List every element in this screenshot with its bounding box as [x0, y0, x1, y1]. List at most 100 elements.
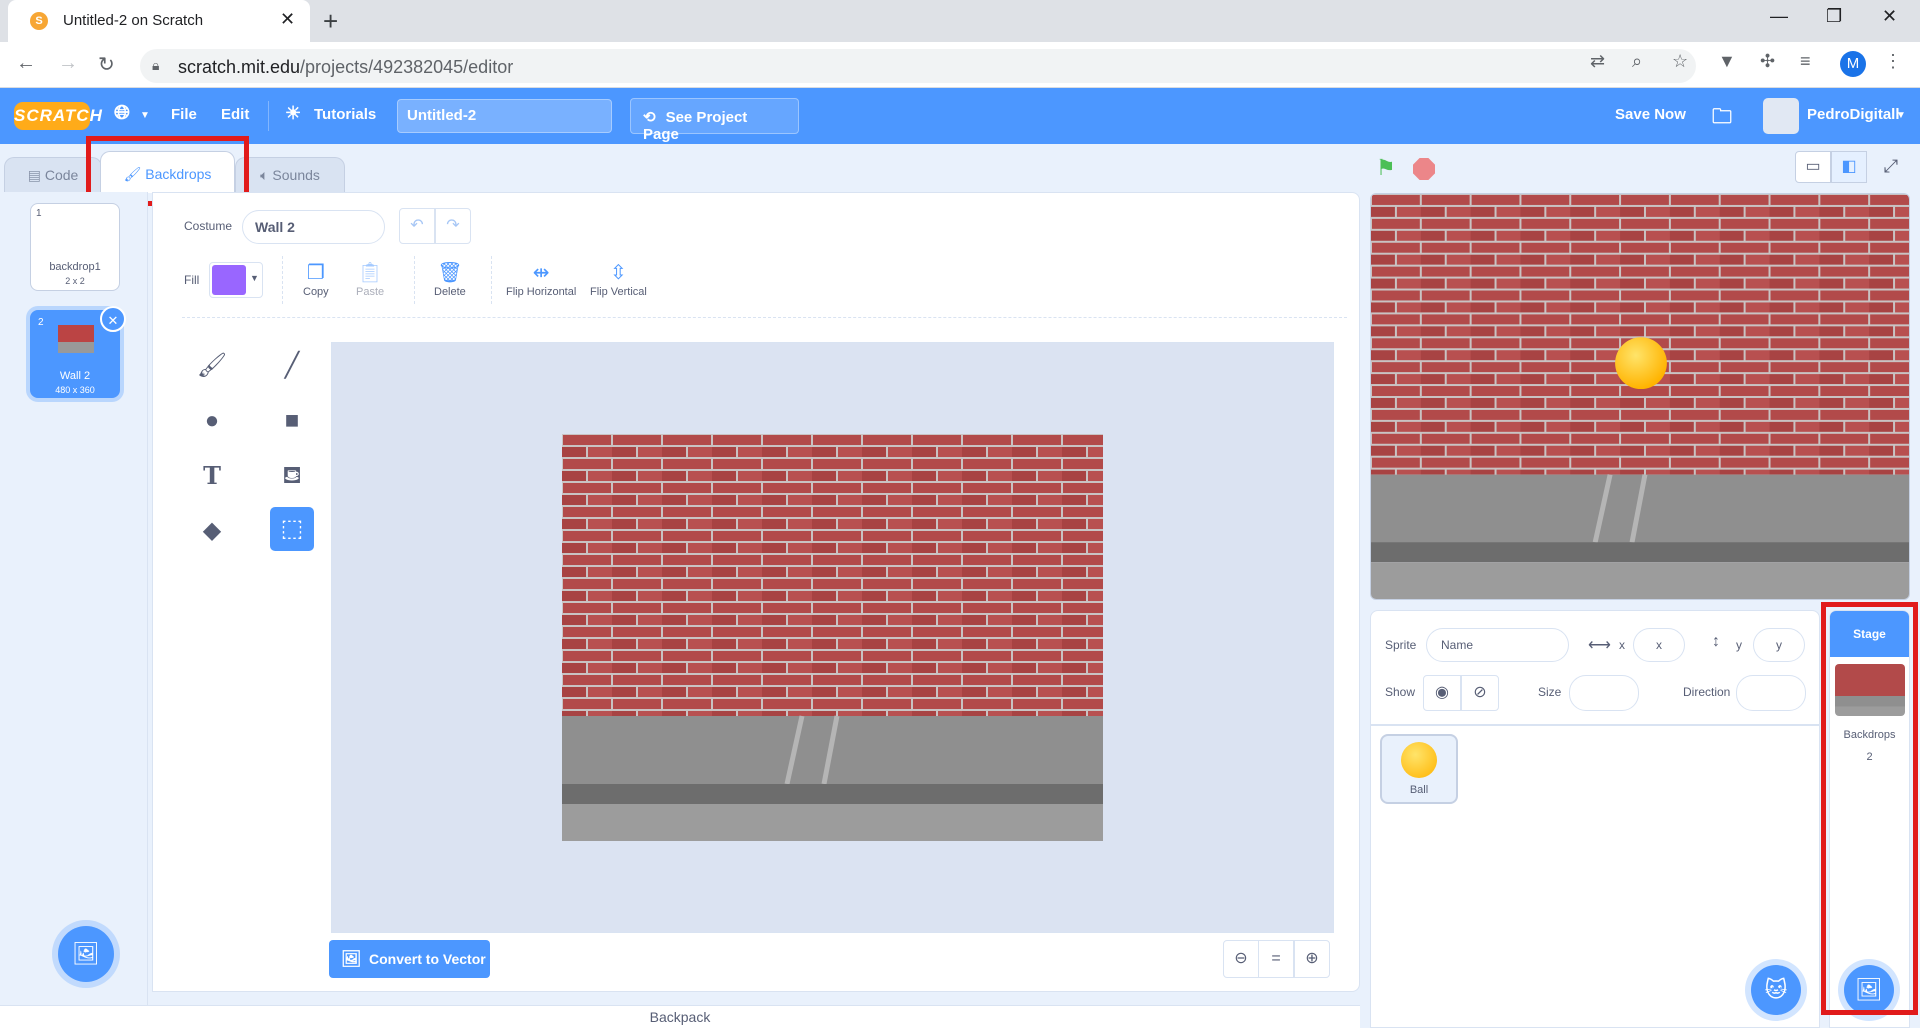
image-add-icon: 🖼︎ — [72, 941, 100, 966]
divider — [414, 256, 415, 304]
address-bar-row: ← → ↻ 🔒︎ scratch.mit.edu/projects/492382… — [0, 42, 1920, 88]
backdrop-number: 2 — [38, 317, 44, 328]
copy-icon: ❐ — [306, 262, 325, 284]
forward-icon[interactable]: → — [58, 52, 78, 75]
url-host: scratch.mit.edu — [178, 57, 301, 77]
eraser-tool-icon[interactable]: ◆ — [190, 509, 234, 553]
direction-label: Direction — [1683, 685, 1731, 699]
fill-color-picker[interactable]: ▼ — [209, 262, 263, 298]
show-visible-icon[interactable]: ◉ — [1423, 675, 1461, 711]
stage-canvas[interactable] — [1370, 193, 1910, 600]
lock-icon: 🔒︎ — [152, 57, 160, 73]
image-icon: 🖼︎ — [341, 951, 362, 968]
flip-vertical-button[interactable]: ⇳ Flip Vertical — [590, 260, 647, 298]
sprite-info-panel: Sprite Name ⟷ x x ↕ y y Show ◉ ⊘ Size Di… — [1370, 610, 1820, 725]
folder-icon[interactable]: 🗀 — [1712, 102, 1732, 136]
project-title-input[interactable]: Untitled-2 — [397, 99, 612, 133]
see-project-page-label: See Project Page — [643, 109, 748, 143]
translate-icon[interactable]: ⇄ — [1590, 51, 1605, 72]
delete-label: Delete — [434, 286, 466, 298]
wall-thumbnail — [58, 325, 94, 353]
backpack-bar[interactable]: Backpack — [0, 1005, 1360, 1028]
flip-horizontal-icon: ⇹ — [532, 262, 550, 284]
cat-add-icon: 🐱︎ — [1764, 977, 1788, 1002]
divider — [268, 101, 269, 131]
zoom-reset-button[interactable]: = — [1258, 940, 1294, 978]
brush-tool-icon[interactable]: 🖌︎ — [190, 344, 234, 388]
media-icon[interactable]: ≡ — [1800, 51, 1811, 72]
large-stage-icon[interactable]: ◧ — [1831, 151, 1867, 183]
sprite-item-ball[interactable]: Ball — [1380, 734, 1458, 804]
file-menu[interactable]: File — [171, 106, 197, 123]
backdrop-item-1[interactable]: 1 backdrop1 2 x 2 — [30, 203, 120, 291]
close-tab-icon[interactable]: ✕ — [280, 9, 295, 30]
puzzle-icon[interactable]: ✣ — [1760, 51, 1775, 72]
reload-icon[interactable]: ↻ — [98, 52, 115, 77]
zoom-out-icon[interactable]: ⊖ — [1223, 940, 1259, 978]
x-input[interactable]: x — [1633, 628, 1685, 662]
user-avatar[interactable] — [1763, 98, 1799, 134]
green-flag-icon[interactable]: ⚑ — [1376, 155, 1396, 181]
divider — [182, 317, 1347, 318]
redo-icon[interactable]: ↷ — [435, 208, 471, 244]
paste-button[interactable]: 📋︎ Paste — [356, 260, 384, 298]
fullscreen-icon[interactable]: ⤢ — [1873, 151, 1909, 183]
flip-horizontal-label: Flip Horizontal — [506, 286, 577, 298]
zoom-icon[interactable]: ⌕ — [1632, 51, 1642, 72]
copy-button[interactable]: ❐ Copy — [303, 260, 329, 298]
zoom-in-icon[interactable]: ⊕ — [1294, 940, 1330, 978]
costume-name-input[interactable]: Wall 2 — [242, 210, 385, 244]
minimize-icon[interactable]: — — [1770, 6, 1788, 27]
direction-input[interactable] — [1736, 675, 1806, 711]
choose-backdrop-button[interactable]: 🖼︎ — [58, 926, 114, 982]
user-chevron-icon[interactable]: ▼ — [1896, 110, 1906, 121]
choose-sprite-button[interactable]: 🐱︎ — [1751, 965, 1801, 1015]
text-tool-icon[interactable]: T — [190, 454, 234, 498]
delete-button[interactable]: 🗑︎ Delete — [434, 260, 466, 298]
browser-tab[interactable]: S Untitled-2 on Scratch ✕ — [8, 0, 310, 42]
convert-to-vector-button[interactable]: 🖼︎ Convert to Vector — [329, 940, 490, 978]
url-path: /projects/492382045/editor — [300, 57, 514, 77]
y-input[interactable]: y — [1753, 628, 1805, 662]
see-project-page-button[interactable]: ⟲ See Project Page — [630, 98, 799, 143]
new-tab-icon[interactable]: + — [323, 6, 338, 37]
scratch-logo[interactable]: SCRATCH — [14, 102, 102, 130]
ball-thumbnail — [1401, 742, 1437, 778]
size-input[interactable] — [1569, 675, 1639, 711]
bookmark-star-icon[interactable]: ☆ — [1672, 51, 1688, 72]
select-tool-icon[interactable]: ⬚ — [270, 507, 314, 551]
line-tool-icon[interactable]: ╱ — [270, 344, 314, 388]
backdrop-name: Wall 2 — [59, 370, 91, 382]
tutorials-menu[interactable]: Tutorials — [314, 106, 376, 123]
size-label: Size — [1538, 685, 1562, 699]
sprite-name-input[interactable]: Name — [1426, 628, 1569, 662]
dropdown-arrow-icon: ▼ — [250, 273, 259, 283]
small-stage-icon[interactable]: ▭ — [1795, 151, 1831, 183]
back-icon[interactable]: ← — [16, 52, 36, 75]
fill-tool-icon[interactable]: ⛾ — [270, 454, 314, 498]
menu-dots-icon[interactable]: ⋮ — [1884, 51, 1902, 72]
flip-horizontal-button[interactable]: ⇹ Flip Horizontal — [506, 260, 576, 298]
ball-sprite-on-stage[interactable] — [1615, 337, 1667, 390]
paste-icon: 📋︎ — [357, 262, 383, 284]
tab-sounds[interactable]: 🔈︎ Sounds — [235, 157, 345, 193]
delete-backdrop-icon[interactable]: ✕ — [100, 306, 126, 332]
sprite-label: Sprite — [1385, 638, 1417, 652]
restore-icon[interactable]: ❐ — [1826, 6, 1842, 27]
extension-icon[interactable]: ▼ — [1718, 51, 1736, 72]
save-now-button[interactable]: Save Now — [1615, 106, 1686, 123]
rectangle-tool-icon[interactable]: ■ — [270, 399, 314, 443]
username[interactable]: PedroDigitall — [1807, 106, 1900, 123]
undo-icon[interactable]: ↶ — [399, 208, 435, 244]
globe-icon[interactable]: 🌐︎ — [114, 102, 130, 125]
circle-tool-icon[interactable]: ● — [190, 399, 234, 443]
url-field[interactable]: 🔒︎ scratch.mit.edu/projects/492382045/ed… — [140, 49, 1696, 83]
paste-label: Paste — [356, 286, 385, 298]
profile-avatar[interactable]: M — [1840, 51, 1866, 77]
tab-title: Untitled-2 on Scratch — [63, 12, 204, 29]
show-hidden-icon[interactable]: ⊘ — [1461, 675, 1499, 711]
stop-icon[interactable] — [1413, 158, 1435, 180]
close-window-icon[interactable]: ✕ — [1882, 6, 1897, 27]
edit-menu[interactable]: Edit — [221, 106, 249, 123]
copy-label: Copy — [303, 286, 329, 298]
